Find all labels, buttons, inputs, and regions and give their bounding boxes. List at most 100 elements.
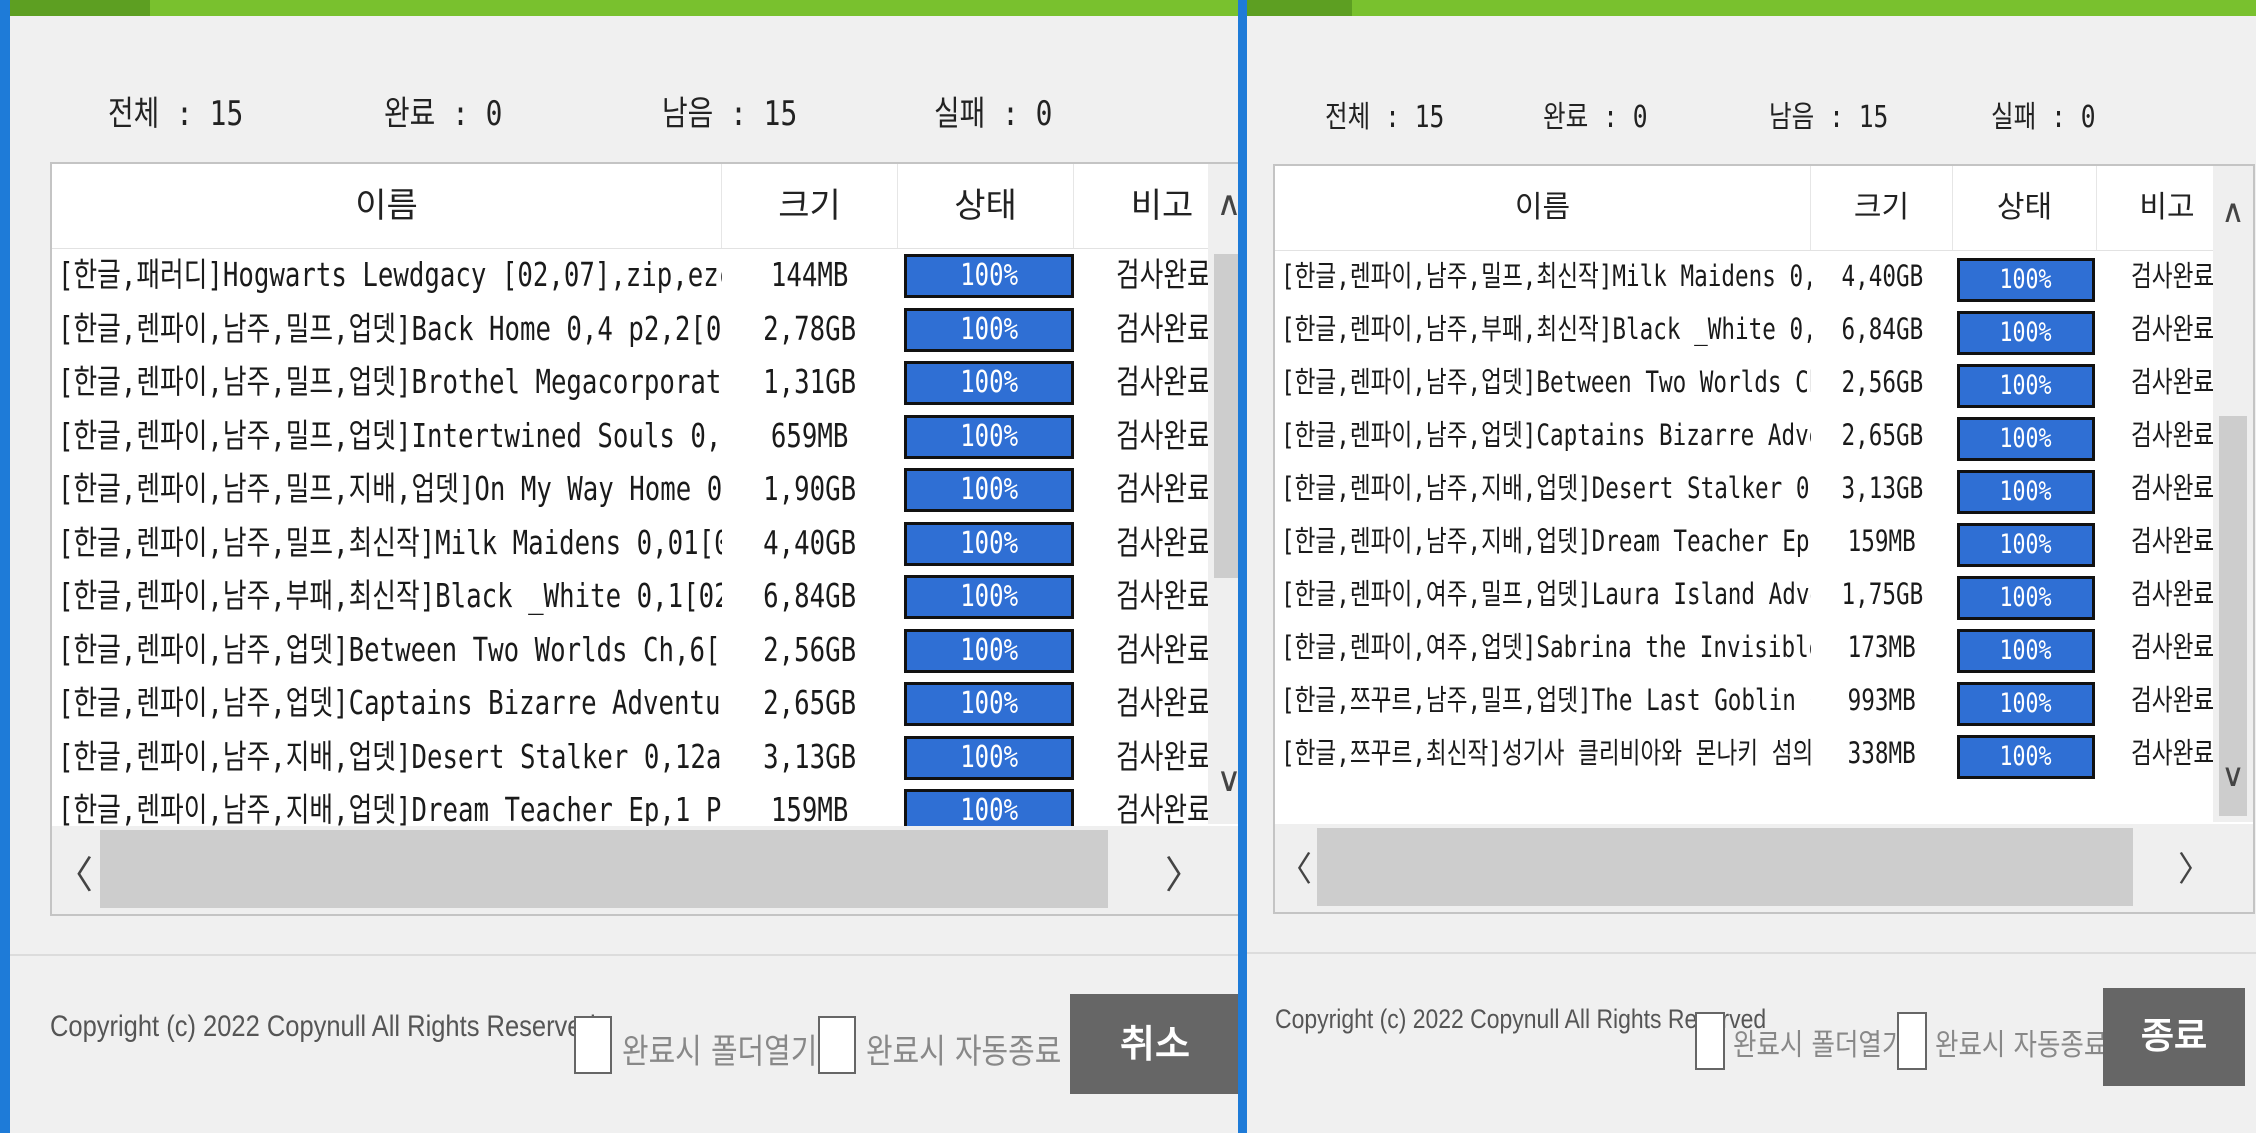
- table-row[interactable]: [한글,렌파이,여주,업뎃]Sabrina the Invisible Art …: [1275, 621, 2253, 674]
- table-row[interactable]: [한글,렌파이,남주,지배,업뎃]Desert Stalker 0,12a[02…: [52, 730, 1240, 784]
- file-note: 검사완료: [2131, 462, 2213, 515]
- scroll-right-icon[interactable]: 〉: [1162, 844, 1206, 899]
- column-header-status[interactable]: 상태: [898, 164, 1074, 248]
- copyright-text: Copyright (c) 2022 Copynull All Rights R…: [50, 1010, 596, 1043]
- file-size-text: 1,31GB: [763, 362, 857, 401]
- table-row[interactable]: [한글,렌파이,남주,업뎃]Between Two Worlds Ch,6[02…: [52, 623, 1240, 677]
- table-row[interactable]: [한글,렌파이,남주,밀프,최신작]Milk Maidens 0,01[02,0…: [52, 516, 1240, 570]
- progress-text: 100%: [1999, 370, 2053, 401]
- auto-exit-label[interactable]: 완료시 자동종료: [866, 1024, 1061, 1073]
- progress-bar: 100%: [1957, 258, 2095, 302]
- table-row[interactable]: [한글,렌파이,남주,업뎃]Between Two Worlds Ch,6[02…: [1275, 356, 2253, 409]
- file-note: 검사완료: [1116, 516, 1208, 570]
- table-row[interactable]: [한글,렌파이,여주,밀프,업뎃]Laura Island Adventures…: [1275, 568, 2253, 621]
- progress-segment: [1247, 0, 1352, 16]
- file-note-text: 검사완료: [1116, 362, 1208, 401]
- column-header-size[interactable]: 크기: [1811, 166, 1953, 250]
- table-row[interactable]: [한글,렌파이,남주,업뎃]Captains Bizarre Adventure…: [52, 676, 1240, 730]
- stat-done: 완료 : 0: [1543, 100, 1648, 135]
- vertical-scroll-thumb[interactable]: [1214, 254, 1240, 578]
- file-size-text: 6,84GB: [763, 576, 857, 615]
- stat-remaining: 남음 : 15: [662, 94, 798, 134]
- horizontal-scrollbar[interactable]: 〈 〉: [52, 826, 1240, 914]
- file-note: 검사완료: [2131, 250, 2213, 303]
- file-size-text: 2,56GB: [763, 629, 857, 669]
- scroll-up-icon[interactable]: ∧: [2213, 192, 2253, 230]
- table-row[interactable]: [한글,렌파이,남주,부패,최신작]Black _White 0,1[02,07…: [52, 569, 1240, 623]
- table-row[interactable]: [한글,쯔꾸르,최신작]성기사 클리비아와 몬나키 섬의 수수께끼 338MB 10…: [1275, 727, 2253, 780]
- progress-bar: 100%: [904, 521, 1074, 566]
- file-size: 3,13GB: [1811, 462, 1953, 515]
- table-row[interactable]: [한글,쯔꾸르,남주,밀프,업뎃]The Last Goblin 0,4[02,…: [1275, 674, 2253, 727]
- file-size: 1,31GB: [722, 355, 898, 409]
- vertical-scrollbar[interactable]: ∧ ∨: [1208, 164, 1240, 824]
- file-note-text: 검사완료: [1116, 469, 1208, 508]
- table-row[interactable]: [한글,렌파이,남주,지배,업뎃]Desert Stalker 0,12a[02…: [1275, 462, 2253, 515]
- file-note: 검사완료: [2131, 568, 2213, 621]
- file-name-text: [한글,렌파이,남주,지배,업뎃]Desert Stalker 0,12a[02…: [1281, 471, 1811, 505]
- open-folder-checkbox[interactable]: [574, 1016, 612, 1074]
- table-row[interactable]: [한글,렌파이,남주,밀프,최신작]Milk Maidens 0,01[02,0…: [1275, 250, 2253, 303]
- open-folder-label[interactable]: 완료시 폴더열기: [1733, 1020, 1905, 1064]
- table-row[interactable]: [한글,렌파이,남주,부패,최신작]Black _White 0,1[02,07…: [1275, 303, 2253, 356]
- auto-exit-checkbox[interactable]: [1897, 1012, 1927, 1070]
- column-header-name[interactable]: 이름: [52, 164, 722, 248]
- file-name-text: [한글,렌파이,여주,밀프,업뎃]Laura Island Adventures…: [1281, 577, 1811, 611]
- open-folder-checkbox[interactable]: [1695, 1012, 1725, 1070]
- file-name: [한글,렌파이,남주,부패,최신작]Black _White 0,1[02,07…: [58, 569, 722, 623]
- column-header-status[interactable]: 상태: [1953, 166, 2097, 250]
- table-row[interactable]: [한글,렌파이,남주,지배,업뎃]Dream Teacher Ep,1 Pt,2…: [1275, 515, 2253, 568]
- table-row[interactable]: [한글,렌파이,남주,밀프,업뎃]Brothel Megacorporation…: [52, 355, 1240, 409]
- file-name-text: [한글,쯔꾸르,최신작]성기사 클리비아와 몬나키 섬의 수수께끼: [1281, 736, 1811, 770]
- scroll-left-icon[interactable]: 〈: [52, 844, 96, 899]
- file-name: [한글,쯔꾸르,최신작]성기사 클리비아와 몬나키 섬의 수수께끼: [1281, 727, 1811, 780]
- file-name-text: [한글,렌파이,남주,밀프,업뎃]Back Home 0,4 p2,2[02,0…: [58, 308, 722, 348]
- table-row[interactable]: [한글,렌파이,남주,밀프,업뎃]Back Home 0,4 p2,2[02,0…: [52, 302, 1240, 356]
- progress-text: 100%: [960, 579, 1018, 614]
- file-list[interactable]: 이름 크기 상태 비고 [한글,패러디]Hogwarts Lewdgacy [0…: [50, 162, 1240, 916]
- file-name: [한글,렌파이,여주,업뎃]Sabrina the Invisible Art …: [1281, 621, 1811, 674]
- progress-bar: 100%: [1957, 682, 2095, 726]
- horizontal-scroll-thumb[interactable]: [1317, 828, 2133, 906]
- auto-exit-label[interactable]: 완료시 자동종료: [1935, 1020, 2107, 1064]
- table-row[interactable]: [한글,렌파이,남주,밀프,지배,업뎃]On My Way Home 0,10,…: [52, 462, 1240, 516]
- cancel-button[interactable]: 취소: [1070, 994, 1240, 1094]
- progress-bar: 100%: [1957, 417, 2095, 461]
- file-note-text: 검사완료: [1116, 736, 1208, 776]
- file-size: 4,40GB: [1811, 250, 1953, 303]
- column-header-name[interactable]: 이름: [1275, 166, 1811, 250]
- vertical-scrollbar[interactable]: ∧ ∨: [2213, 166, 2253, 822]
- column-header-size[interactable]: 크기: [722, 164, 898, 248]
- progress-bar: 100%: [1957, 470, 2095, 514]
- scroll-right-icon[interactable]: 〉: [2175, 842, 2215, 891]
- file-note-text: 검사완료: [2131, 259, 2213, 293]
- scroll-down-icon[interactable]: ∨: [1208, 760, 1240, 800]
- file-name-text: [한글,렌파이,남주,밀프,최신작]Milk Maidens 0,01[02,0…: [58, 522, 722, 562]
- horizontal-scroll-thumb[interactable]: [100, 830, 1108, 908]
- progress-text: 100%: [960, 739, 1018, 775]
- scroll-up-icon[interactable]: ∧: [1208, 184, 1240, 224]
- table-row[interactable]: [한글,렌파이,남주,밀프,업뎃]Intertwined Souls 0,0,2…: [52, 409, 1240, 463]
- progress-bar: 100%: [904, 361, 1074, 405]
- stat-failed: 실패 : 0: [934, 94, 1053, 134]
- horizontal-scrollbar[interactable]: 〈 〉: [1275, 824, 2253, 912]
- footer-divider: [10, 954, 1240, 956]
- file-size: 2,56GB: [1811, 356, 1953, 409]
- exit-button[interactable]: 종료: [2103, 988, 2245, 1086]
- file-name: [한글,렌파이,남주,밀프,업뎃]Intertwined Souls 0,0,2…: [58, 409, 722, 463]
- scroll-down-icon[interactable]: ∨: [2213, 756, 2253, 794]
- file-list[interactable]: 이름 크기 상태 비고 [한글,렌파이,남주,밀프,최신작]Milk Maide…: [1273, 164, 2255, 914]
- footer-divider: [1247, 952, 2256, 954]
- file-note: 검사완료: [2131, 303, 2213, 356]
- file-note: 검사완료: [1116, 569, 1208, 623]
- file-name: [한글,렌파이,남주,지배,업뎃]Dream Teacher Ep,1 Pt,2…: [1281, 515, 1811, 568]
- scroll-left-icon[interactable]: 〈: [1275, 842, 1315, 891]
- file-note-text: 검사완료: [2131, 365, 2213, 399]
- auto-exit-checkbox[interactable]: [818, 1016, 856, 1074]
- file-note: 검사완료: [2131, 515, 2213, 568]
- table-row[interactable]: [한글,렌파이,남주,업뎃]Captains Bizarre Adventure…: [1275, 409, 2253, 462]
- table-row[interactable]: [한글,패러디]Hogwarts Lewdgacy [02,07],zip,ez…: [52, 248, 1240, 302]
- file-name-text: [한글,렌파이,남주,밀프,최신작]Milk Maidens 0,01[02,0…: [1281, 259, 1811, 293]
- open-folder-label[interactable]: 완료시 폴더열기: [622, 1024, 817, 1073]
- file-size-text: 3,13GB: [1841, 471, 1923, 505]
